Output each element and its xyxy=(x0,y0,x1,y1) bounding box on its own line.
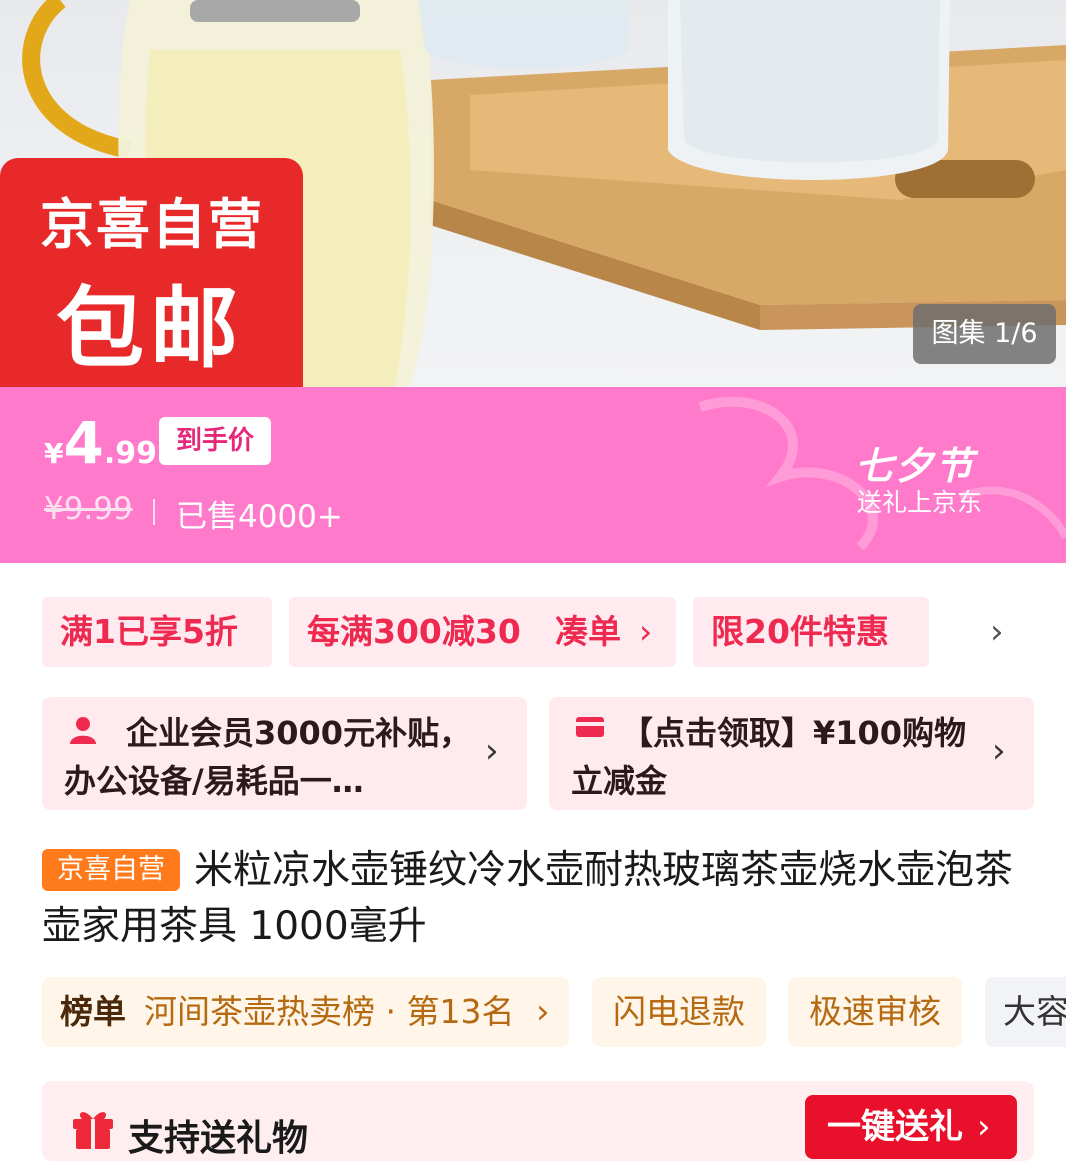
ranking-label: 榜单 xyxy=(60,992,126,1031)
sold-count: 已售4000+ xyxy=(176,499,343,535)
price-banner: ¥4.99 到手价 ¥9.99 已售4000+ 七夕节 送礼上京东 xyxy=(0,387,1066,563)
gallery-counter-label: 图集 xyxy=(931,318,986,349)
self-operated-free-shipping-badge: 京喜自营 包邮 xyxy=(0,158,303,387)
gift-icon xyxy=(73,1112,113,1149)
tag-fast-refund[interactable]: 闪电退款 xyxy=(592,977,766,1047)
price-decimal: .99 xyxy=(103,436,157,471)
tag-capacity-label: 大容 xyxy=(1003,992,1066,1031)
send-gift-button[interactable]: 一键送礼 › xyxy=(805,1095,1017,1159)
promo-chip-threshold[interactable]: 每满300减30 凑单 › xyxy=(289,597,676,667)
store-badge: 京喜自营 xyxy=(42,849,180,891)
enterprise-member-text: 企业会员3000元补贴，办公设备/易耗品一… xyxy=(64,714,472,800)
chevron-right-icon: › xyxy=(485,731,499,771)
promo-chip-limited[interactable]: 限20件特惠 xyxy=(693,597,929,667)
promo-chip-action[interactable]: 凑单 xyxy=(555,597,621,667)
promos-more-chevron-icon[interactable]: › xyxy=(990,612,1004,652)
badge-free-shipping-text: 包邮 xyxy=(56,277,245,380)
chevron-right-icon: › xyxy=(536,992,550,1032)
badge-store-text: 京喜自营 xyxy=(40,193,264,256)
chevron-right-icon: › xyxy=(977,1107,991,1147)
gift-support-label: 支持送礼物 xyxy=(128,1118,309,1159)
coupon-claim-text: 【点击领取】¥100购物立减金 xyxy=(571,714,967,800)
chevron-right-icon: › xyxy=(639,612,653,651)
promo-chip-discount[interactable]: 满1已享5折 xyxy=(42,597,272,667)
promo-chip-label: 每满300减30 xyxy=(307,612,521,651)
price-integer: 4 xyxy=(63,409,104,477)
product-image-gallery[interactable]: 京喜自营 包邮 图集 1/6 xyxy=(0,0,1066,387)
promo-chip-label: 限20件特惠 xyxy=(711,612,889,651)
price-divider xyxy=(153,499,155,525)
festival-title: 七夕节 xyxy=(855,444,976,488)
original-price: ¥9.99 xyxy=(44,491,133,527)
send-gift-label: 一键送礼 xyxy=(827,1107,963,1147)
tag-fast-review[interactable]: 极速审核 xyxy=(788,977,962,1047)
festival-subtitle: 送礼上京东 xyxy=(857,488,983,517)
final-price-tag: 到手价 xyxy=(159,417,271,465)
chevron-right-icon: › xyxy=(992,731,1006,771)
gallery-counter-button[interactable]: 图集 1/6 xyxy=(913,304,1056,364)
current-price: ¥4.99 xyxy=(44,409,157,477)
product-title: 米粒凉水壶锤纹冷水壶耐热玻璃茶壶烧水壶泡茶壶家用茶具 1000毫升 xyxy=(42,848,1014,949)
tag-capacity[interactable]: 大容 xyxy=(985,977,1066,1047)
gift-support-section: 支持送礼物 一键送礼 › xyxy=(42,1081,1034,1161)
enterprise-member-card[interactable]: 企业会员3000元补贴，办公设备/易耗品一… › xyxy=(42,697,527,810)
gallery-counter-index: 1/6 xyxy=(994,318,1038,349)
coupon-claim-card[interactable]: 【点击领取】¥100购物立减金 › xyxy=(549,697,1034,810)
promo-chip-label: 满1已享5折 xyxy=(60,612,238,651)
price-currency: ¥ xyxy=(44,437,64,470)
ranking-chip[interactable]: 榜单 河间茶壶热卖榜 · 第13名 › xyxy=(42,977,569,1047)
ranking-value: 河间茶壶热卖榜 · 第13名 xyxy=(144,992,515,1031)
